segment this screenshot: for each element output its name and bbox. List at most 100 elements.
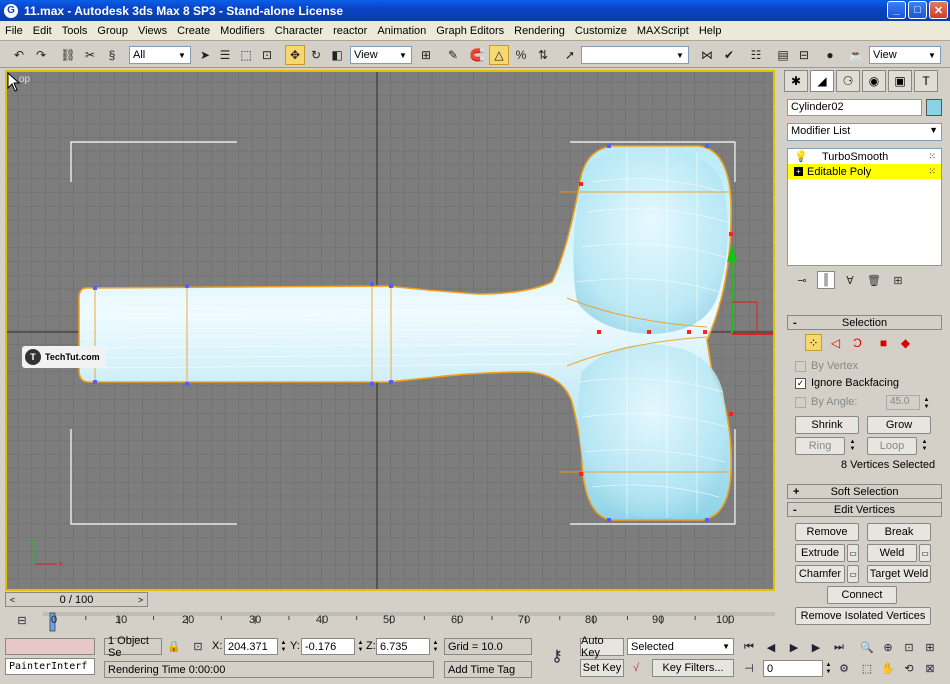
modifier-stack[interactable]: 💡 TurboSmooth ⁙ + Editable Poly ⁙ [787, 148, 942, 266]
menu-tools[interactable]: Tools [57, 25, 93, 37]
ring-spinner[interactable]: ▲ ▼ [848, 437, 857, 454]
percent-snap-icon[interactable]: % [511, 45, 531, 65]
z-coordinate-field[interactable]: 6.735 [376, 638, 430, 655]
go-to-end-icon[interactable]: ⏭ [831, 639, 847, 655]
zoom-extents-icon[interactable]: ⊡ [901, 639, 917, 655]
arc-rotate-icon[interactable]: ⟲ [901, 660, 917, 676]
loop-spinner[interactable]: ▲ ▼ [920, 437, 929, 454]
maxscript-listener-pink[interactable] [5, 638, 95, 655]
edit-named-selection-icon[interactable]: ➚ [560, 45, 580, 65]
by-vertex-checkbox[interactable]: By Vertex [795, 360, 858, 372]
auto-key-button[interactable]: Auto Key [580, 635, 624, 659]
menu-reactor[interactable]: reactor [328, 25, 372, 37]
object-color-swatch[interactable] [926, 99, 942, 116]
remove-modifier-icon[interactable]: 🗑 [865, 271, 883, 289]
snap-toggle-icon[interactable]: 🧲 [467, 45, 487, 65]
utilities-tab-icon[interactable]: T [914, 70, 938, 92]
go-to-start-icon[interactable]: ⏮ [741, 639, 757, 655]
current-frame-field[interactable]: 0 [763, 660, 823, 677]
edge-mode-icon[interactable]: ◁ [827, 334, 844, 351]
menu-edit[interactable]: Edit [28, 25, 57, 37]
menu-create[interactable]: Create [172, 25, 215, 37]
angle-snap-icon[interactable]: △ [489, 45, 509, 65]
rect-selection-icon[interactable]: ⬚ [236, 45, 256, 65]
modify-tab-icon[interactable]: ◢ [810, 70, 834, 92]
remove-button[interactable]: Remove [795, 523, 859, 541]
window-crossing-icon[interactable]: ⊡ [257, 45, 277, 65]
z-spinner[interactable]: ▲ ▼ [431, 638, 440, 655]
modifier-list-dropdown[interactable]: Modifier List ▼ [787, 123, 942, 141]
menu-maxscript[interactable]: MAXScript [632, 25, 694, 37]
vertex-mode-icon[interactable]: ⁘ [805, 334, 822, 351]
make-unique-icon[interactable]: ∀ [841, 271, 859, 289]
chevron-left-icon[interactable]: < [6, 593, 19, 606]
menu-animation[interactable]: Animation [372, 25, 431, 37]
render-type-dropdown[interactable]: View ▼ [869, 46, 941, 64]
play-icon[interactable]: ▶ [786, 639, 802, 655]
configure-modifier-sets-icon[interactable]: ⊞ [889, 271, 907, 289]
named-selection-dropdown[interactable]: ▼ [581, 46, 689, 64]
add-time-tag-button[interactable]: Add Time Tag [444, 661, 532, 678]
menu-group[interactable]: Group [92, 25, 133, 37]
zoom-icon[interactable]: 🔍 [859, 639, 875, 655]
by-angle-checkbox[interactable]: By Angle: [795, 396, 857, 408]
move-icon[interactable]: ✥ [285, 45, 305, 65]
schematic-view-icon[interactable]: ⊟ [794, 45, 814, 65]
redo-icon[interactable]: ↷ [31, 45, 51, 65]
object-name-field[interactable]: Cylinder02 [787, 99, 922, 116]
create-tab-icon[interactable]: ✱ [784, 70, 808, 92]
default-tangent-icon[interactable]: √ [628, 660, 644, 676]
time-slider[interactable]: < 0 / 100 > [5, 592, 148, 607]
zoom-extents-all-icon[interactable]: ⊞ [922, 639, 938, 655]
next-frame-icon[interactable]: ▶ [808, 639, 824, 655]
hierarchy-tab-icon[interactable]: ⚆ [836, 70, 860, 92]
ring-button[interactable]: Ring [795, 437, 845, 455]
soft-selection-rollout-header[interactable]: + Soft Selection [787, 484, 942, 499]
align-icon[interactable]: ✔ [719, 45, 739, 65]
shrink-button[interactable]: Shrink [795, 416, 859, 434]
bind-space-warp-icon[interactable]: § [102, 45, 122, 65]
maxscript-mini-listener[interactable]: PainterInterf [5, 658, 95, 675]
show-end-result-icon[interactable]: ║ [817, 271, 835, 289]
menu-modifiers[interactable]: Modifiers [215, 25, 270, 37]
target-weld-button[interactable]: Target Weld [867, 565, 931, 583]
stack-item-editable-poly[interactable]: + Editable Poly ⁙ [788, 164, 941, 179]
rotate-icon[interactable]: ↻ [306, 45, 326, 65]
x-spinner[interactable]: ▲ ▼ [279, 638, 288, 655]
pin-stack-icon[interactable]: ⊸ [793, 271, 811, 289]
break-button[interactable]: Break [867, 523, 931, 541]
material-editor-icon[interactable]: ● [820, 45, 840, 65]
angle-spinner[interactable]: ▲ ▼ [922, 395, 931, 412]
minimize-button[interactable]: _ [887, 1, 906, 19]
menu-file[interactable]: File [0, 25, 28, 37]
ignore-backfacing-checkbox[interactable]: ✓ Ignore Backfacing [795, 377, 899, 389]
angle-field[interactable]: 45.0 [886, 395, 920, 410]
remove-isolated-vertices-button[interactable]: Remove Isolated Vertices [795, 607, 931, 625]
key-filters-button[interactable]: Key Filters... [652, 659, 734, 677]
display-tab-icon[interactable]: ▣ [888, 70, 912, 92]
chamfer-button[interactable]: Chamfer [795, 565, 845, 583]
maximize-button[interactable]: □ [908, 1, 927, 19]
app-icon[interactable]: G [4, 3, 18, 18]
render-scene-icon[interactable]: ☕ [846, 45, 866, 65]
maximize-viewport-icon[interactable]: ⊠ [922, 660, 938, 676]
mirror-icon[interactable]: ⋈ [697, 45, 717, 65]
pivot-center-icon[interactable]: ⊞ [416, 45, 436, 65]
chevron-right-icon[interactable]: > [134, 593, 147, 606]
key-icon[interactable]: ⚷ [544, 648, 570, 665]
select-object-icon[interactable]: ➤ [195, 45, 215, 65]
key-mode-toggle-icon[interactable]: ⊣ [741, 660, 757, 676]
selection-filter-dropdown[interactable]: All ▼ [129, 46, 191, 64]
y-coordinate-field[interactable]: -0.176 [301, 638, 355, 655]
frame-spinner[interactable]: ▲ ▼ [824, 660, 833, 677]
viewport-canvas[interactable]: y x [7, 72, 773, 589]
spinner-snap-icon[interactable]: ⇅ [533, 45, 553, 65]
extrude-button[interactable]: Extrude [795, 544, 845, 562]
edit-vertices-rollout-header[interactable]: - Edit Vertices [787, 502, 942, 517]
close-button[interactable]: ✕ [929, 1, 948, 19]
previous-frame-icon[interactable]: ◀ [763, 639, 779, 655]
region-zoom-icon[interactable]: ⬚ [859, 660, 875, 676]
unlink-icon[interactable]: ✂ [80, 45, 100, 65]
weld-settings-icon[interactable]: ▭ [919, 544, 931, 562]
menu-rendering[interactable]: Rendering [509, 25, 570, 37]
